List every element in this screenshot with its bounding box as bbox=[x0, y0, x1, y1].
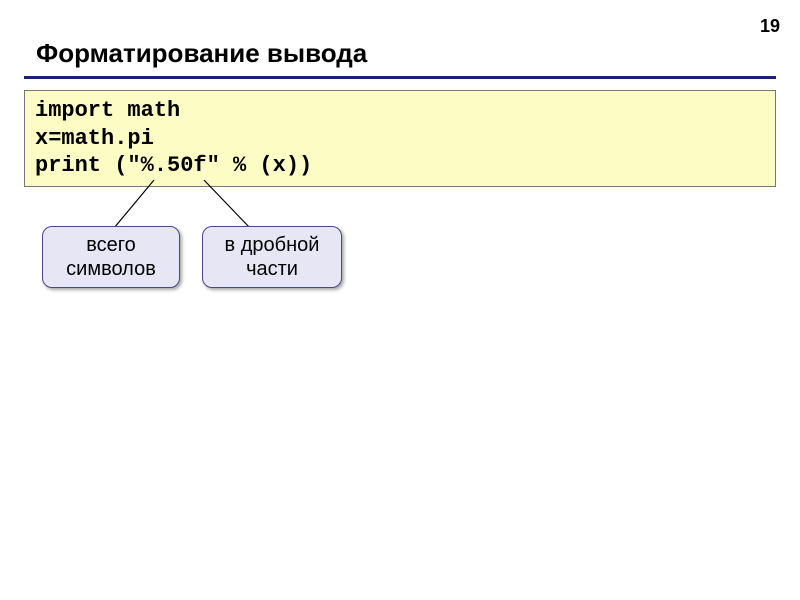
code-block: import math x=math.pi print ("%.50f" % (… bbox=[24, 90, 776, 187]
title-divider bbox=[24, 76, 776, 79]
code-line-2: x=math.pi bbox=[35, 125, 765, 153]
slide-title: Форматирование вывода bbox=[36, 38, 367, 69]
code-line-3: print ("%.50f" % (x)) bbox=[35, 152, 765, 180]
callout-total-line2: символов bbox=[57, 257, 165, 281]
callout-fraction-part: в дробной части bbox=[202, 226, 342, 288]
callout-total-line1: всего bbox=[57, 233, 165, 257]
callout-fraction-line1: в дробной bbox=[217, 233, 327, 257]
code-line-1: import math bbox=[35, 97, 765, 125]
callout-fraction-line2: части bbox=[217, 257, 327, 281]
callout-total-chars: всего символов bbox=[42, 226, 180, 288]
callouts-area: всего символов в дробной части bbox=[24, 178, 776, 328]
page-number: 19 bbox=[760, 16, 780, 37]
